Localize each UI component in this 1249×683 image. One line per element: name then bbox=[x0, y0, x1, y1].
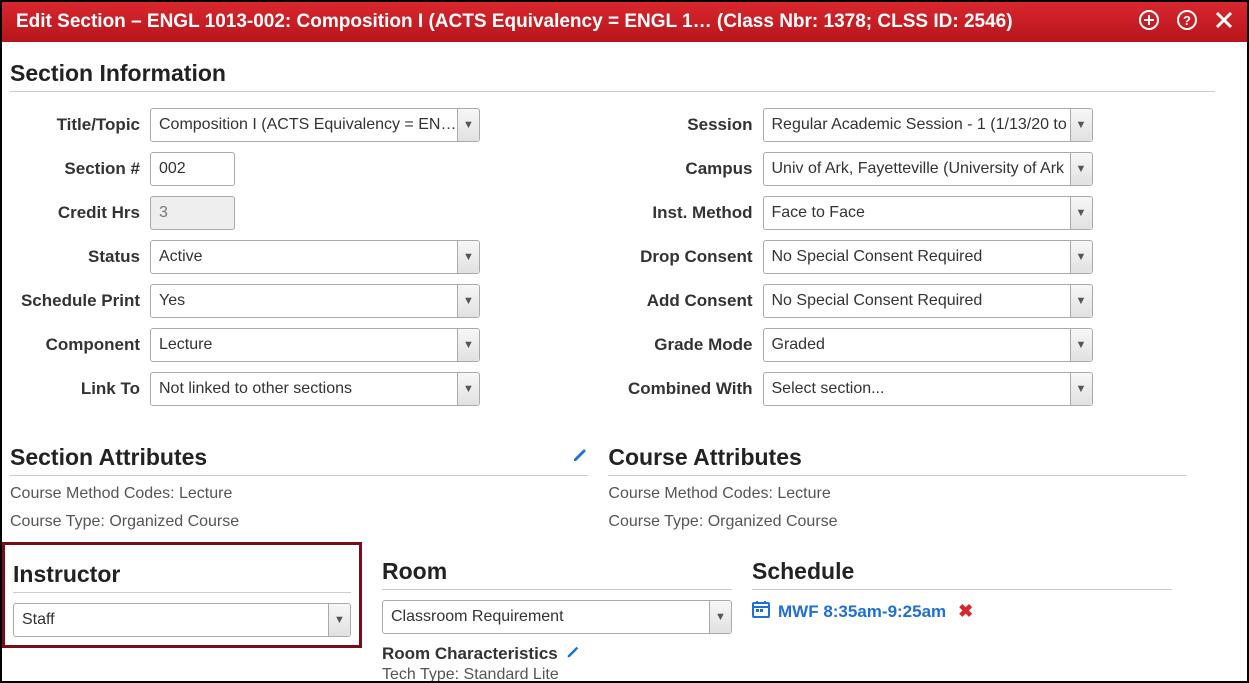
grade-mode-select[interactable]: Graded▼ bbox=[763, 328, 1093, 362]
edit-section-window: Edit Section – ENGL 1013-002: Compositio… bbox=[0, 0, 1249, 683]
chevron-down-icon: ▼ bbox=[457, 285, 479, 317]
add-icon[interactable] bbox=[1139, 10, 1159, 34]
link-to-select[interactable]: Not linked to other sections▼ bbox=[150, 372, 480, 406]
instructor-block: Instructor Staff ▼ bbox=[2, 542, 362, 648]
calendar-icon[interactable] bbox=[752, 600, 770, 623]
chevron-down-icon: ▼ bbox=[457, 373, 479, 405]
close-icon[interactable] bbox=[1215, 11, 1233, 33]
add-consent-label: Add Consent bbox=[623, 291, 763, 311]
section-information-heading: Section Information bbox=[10, 60, 1215, 92]
course-attributes-line2: Course Type: Organized Course bbox=[608, 510, 1186, 534]
instructor-heading: Instructor bbox=[13, 561, 351, 593]
title-topic-value: Composition I (ACTS Equivalency = ENGL bbox=[159, 116, 457, 134]
attributes-row: Section Attributes Course Method Codes: … bbox=[10, 436, 1215, 534]
section-attributes-heading: Section Attributes bbox=[10, 444, 588, 476]
schedule-print-select[interactable]: Yes▼ bbox=[150, 284, 480, 318]
instructor-room-schedule-row: Instructor Staff ▼ Room Classroom Requir… bbox=[10, 550, 1215, 681]
left-column: Title/Topic Composition I (ACTS Equivale… bbox=[10, 98, 603, 416]
chevron-down-icon: ▼ bbox=[457, 109, 479, 141]
remove-schedule-icon[interactable]: ✖ bbox=[958, 601, 973, 622]
section-attributes-line2: Course Type: Organized Course bbox=[10, 510, 588, 534]
chevron-down-icon: ▼ bbox=[709, 601, 731, 633]
right-column: Session Regular Academic Session - 1 (1/… bbox=[623, 98, 1216, 416]
title-topic-label: Title/Topic bbox=[10, 115, 150, 135]
room-heading: Room bbox=[382, 558, 732, 590]
room-select[interactable]: Classroom Requirement ▼ bbox=[382, 600, 732, 634]
pencil-icon[interactable] bbox=[572, 447, 588, 468]
chevron-down-icon: ▼ bbox=[457, 241, 479, 273]
help-icon[interactable]: ? bbox=[1177, 10, 1197, 34]
session-select[interactable]: Regular Academic Session - 1 (1/13/20 to… bbox=[763, 108, 1093, 142]
section-number-label: Section # bbox=[10, 159, 150, 179]
svg-text:?: ? bbox=[1183, 13, 1191, 28]
chevron-down-icon: ▼ bbox=[1070, 109, 1092, 141]
titlebar: Edit Section – ENGL 1013-002: Compositio… bbox=[2, 2, 1247, 42]
schedule-print-label: Schedule Print bbox=[10, 291, 150, 311]
schedule-heading: Schedule bbox=[752, 558, 1172, 590]
chevron-down-icon: ▼ bbox=[1070, 153, 1092, 185]
chevron-down-icon: ▼ bbox=[328, 604, 350, 636]
status-select[interactable]: Active▼ bbox=[150, 240, 480, 274]
content-area: Section Information Title/Topic Composit… bbox=[2, 42, 1247, 681]
room-block: Room Classroom Requirement ▼ Room Charac… bbox=[382, 550, 732, 681]
chevron-down-icon: ▼ bbox=[1070, 285, 1092, 317]
add-consent-select[interactable]: No Special Consent Required▼ bbox=[763, 284, 1093, 318]
course-attributes-heading: Course Attributes bbox=[608, 444, 1186, 476]
component-label: Component bbox=[10, 335, 150, 355]
section-attributes-block: Section Attributes Course Method Codes: … bbox=[10, 436, 588, 534]
form-columns: Title/Topic Composition I (ACTS Equivale… bbox=[10, 98, 1215, 416]
chevron-down-icon: ▼ bbox=[457, 329, 479, 361]
title-topic-select[interactable]: Composition I (ACTS Equivalency = ENGL▼ bbox=[150, 108, 480, 142]
credit-hrs-input: 3 bbox=[150, 196, 235, 230]
chevron-down-icon: ▼ bbox=[1070, 373, 1092, 405]
pencil-icon[interactable] bbox=[566, 646, 580, 663]
grade-mode-label: Grade Mode bbox=[623, 335, 763, 355]
session-label: Session bbox=[623, 115, 763, 135]
titlebar-icons: ? bbox=[1139, 10, 1233, 34]
course-attributes-block: Course Attributes Course Method Codes: L… bbox=[608, 436, 1186, 534]
campus-select[interactable]: Univ of Ark, Fayetteville (University of… bbox=[763, 152, 1093, 186]
chevron-down-icon: ▼ bbox=[1070, 329, 1092, 361]
credit-hrs-label: Credit Hrs bbox=[10, 203, 150, 223]
drop-consent-label: Drop Consent bbox=[623, 247, 763, 267]
section-attributes-line1: Course Method Codes: Lecture bbox=[10, 482, 588, 506]
chevron-down-icon: ▼ bbox=[1070, 241, 1092, 273]
status-label: Status bbox=[10, 247, 150, 267]
section-number-input[interactable]: 002 bbox=[150, 152, 235, 186]
chevron-down-icon: ▼ bbox=[1070, 197, 1092, 229]
component-select[interactable]: Lecture▼ bbox=[150, 328, 480, 362]
schedule-block: Schedule MWF 8:35am-9:25am ✖ bbox=[752, 550, 1172, 623]
schedule-line: MWF 8:35am-9:25am ✖ bbox=[752, 600, 1172, 623]
inst-method-label: Inst. Method bbox=[623, 203, 763, 223]
room-characteristics-value: Tech Type: Standard Lite bbox=[382, 666, 732, 681]
link-to-label: Link To bbox=[10, 379, 150, 399]
schedule-link[interactable]: MWF 8:35am-9:25am bbox=[778, 602, 946, 622]
combined-with-label: Combined With bbox=[623, 379, 763, 399]
drop-consent-select[interactable]: No Special Consent Required▼ bbox=[763, 240, 1093, 274]
instructor-select[interactable]: Staff ▼ bbox=[13, 603, 351, 637]
combined-with-select[interactable]: Select section...▼ bbox=[763, 372, 1093, 406]
window-title: Edit Section – ENGL 1013-002: Compositio… bbox=[16, 11, 1139, 33]
campus-label: Campus bbox=[623, 159, 763, 179]
room-characteristics-heading: Room Characteristics bbox=[382, 644, 732, 664]
course-attributes-line1: Course Method Codes: Lecture bbox=[608, 482, 1186, 506]
inst-method-select[interactable]: Face to Face▼ bbox=[763, 196, 1093, 230]
